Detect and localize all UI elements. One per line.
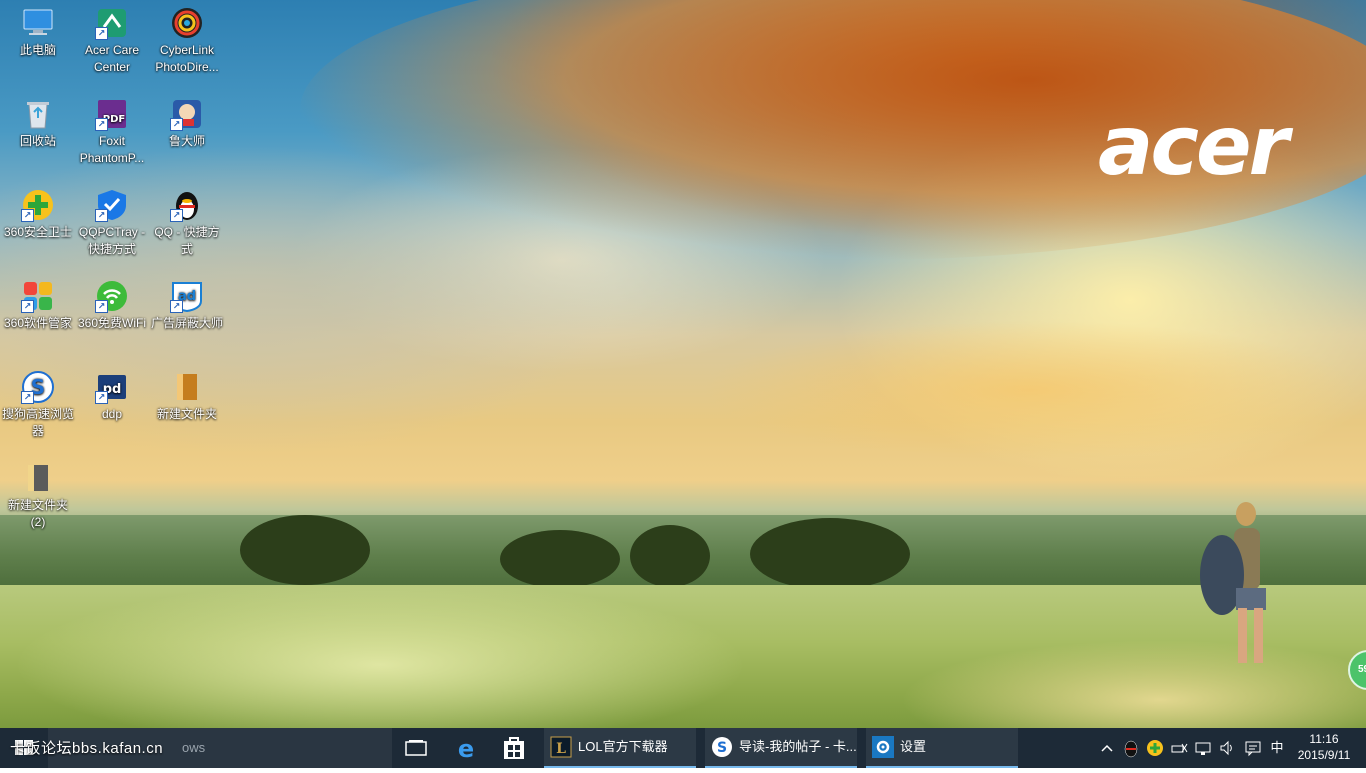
svg-text:S: S [717,740,727,756]
shortcut-arrow-icon: ↗ [95,209,108,222]
desktop-icon-cyberlink-photodirector[interactable]: CyberLink PhotoDire... [149,0,225,76]
hiker-figure [1200,502,1266,663]
desktop-icon-ludashi[interactable]: ↗ 鲁大师 [149,91,225,150]
store-bag-icon [504,737,524,759]
foxit-pdf-icon: PDF ↗ [95,97,129,131]
folder-icon [21,461,55,495]
360-wifi-icon: ↗ [95,279,129,313]
desktop-icon-acer-care-center[interactable]: ↗ Acer Care Center [74,0,150,76]
wallpaper-tree [750,518,910,590]
acer-logo: acer [1098,99,1289,194]
action-center-icon[interactable] [1244,738,1262,758]
svg-text:e: e [458,735,474,763]
taskbar-app-sogou-browser[interactable]: S 导读-我的帖子 - 卡... [705,728,857,768]
desktop-icon-ad-blocker[interactable]: ad ↗ 广告屏蔽大师 [149,273,225,332]
clock-time: 11:16 [1309,732,1339,746]
volume-icon[interactable] [1218,738,1236,758]
svg-text:L: L [556,741,566,757]
desktop-icon-360-safe[interactable]: ↗ 360安全卫士 [0,182,76,241]
edge-browser-icon: e [458,735,474,763]
desktop-icon-foxit-phantompdf[interactable]: PDF ↗ Foxit PhantomP... [74,91,150,167]
task-view-button[interactable] [400,728,432,768]
clock[interactable]: 11:16 2015/9/11 [1286,731,1362,763]
shortcut-arrow-icon: ↗ [170,118,183,131]
desktop-icon-360-wifi[interactable]: ↗ 360免费WiFi [74,273,150,332]
recycle-bin-icon [21,97,55,131]
desktop-icon-recycle-bin[interactable]: 回收站 [0,91,76,150]
shortcut-arrow-icon: ↗ [170,300,183,313]
cyberlink-photodirector-icon [170,6,204,40]
settings-gear-icon [872,736,894,758]
computer-icon [21,6,55,40]
folder-icon [170,370,204,404]
360-safe-tray-icon[interactable] [1146,738,1164,758]
store-button[interactable] [496,728,532,768]
qq-tray-icon[interactable] [1122,738,1140,758]
desktop-icon-qq[interactable]: ↗ QQ - 快捷方式 [149,182,225,258]
wallpaper-tree [630,525,710,587]
ddp-icon: pd ↗ [95,370,129,404]
input-method-indicator[interactable]: 中 [1268,738,1286,758]
acer-care-center-icon: ↗ [95,6,129,40]
desktop-icon-new-folder[interactable]: 新建文件夹 [149,364,225,423]
shortcut-arrow-icon: ↗ [95,391,108,404]
shortcut-arrow-icon: ↗ [21,209,34,222]
lol-icon: L [550,736,572,758]
clock-date: 2015/9/11 [1297,748,1351,762]
desktop-icon-sogou-browser[interactable]: S ↗ 搜狗高速浏览器 [0,364,76,440]
shortcut-arrow-icon: ↗ [95,118,108,131]
360-software-manager-icon: ↗ [21,279,55,313]
wallpaper-tree [500,530,620,588]
wallpaper-tree [240,515,370,585]
taskbar-app-settings[interactable]: 设置 [866,728,1018,768]
ludashi-icon: ↗ [170,97,204,131]
show-hidden-icons-chevron-icon[interactable] [1098,738,1116,758]
desktop-icon-this-pc[interactable]: 此电脑 [0,0,76,59]
sogou-browser-icon: S ↗ [21,370,55,404]
ad-blocker-icon: ad ↗ [170,279,204,313]
desktop-icon-ddp[interactable]: pd ↗ ddp [74,364,150,423]
shortcut-arrow-icon: ↗ [95,300,108,313]
search-placeholder: ows [182,740,206,755]
desktop-icon-360-software-manager[interactable]: ↗ 360软件管家 [0,273,76,332]
network-disconnected-icon[interactable] [1170,738,1188,758]
desktop-icon-new-folder-2[interactable]: 新建文件夹 (2) [0,455,76,531]
qqpctray-icon: ↗ [95,188,129,222]
taskbar-app-lol-downloader[interactable]: L LOL官方下载器 [544,728,696,768]
desktop-icon-qqpctray[interactable]: ↗ QQPCTray - 快捷方式 [74,182,150,258]
wallpaper-golden-clouds [700,320,1360,460]
shortcut-arrow-icon: ↗ [21,300,34,313]
forum-watermark: 卡饭论坛bbs.kafan.cn [10,740,164,757]
360-safe-icon: ↗ [21,188,55,222]
sogou-browser-icon: S [712,737,732,757]
shortcut-arrow-icon: ↗ [21,391,34,404]
edge-browser-button[interactable]: e [448,728,484,768]
task-view-icon [405,740,427,756]
shortcut-arrow-icon: ↗ [95,27,108,40]
network-icon[interactable] [1194,738,1212,758]
taskbar: ows e L LOL官方下载器 S 导读-我的帖子 - 卡... 设置 中 1… [0,728,1366,768]
qq-penguin-icon: ↗ [170,188,204,222]
shortcut-arrow-icon: ↗ [170,209,183,222]
